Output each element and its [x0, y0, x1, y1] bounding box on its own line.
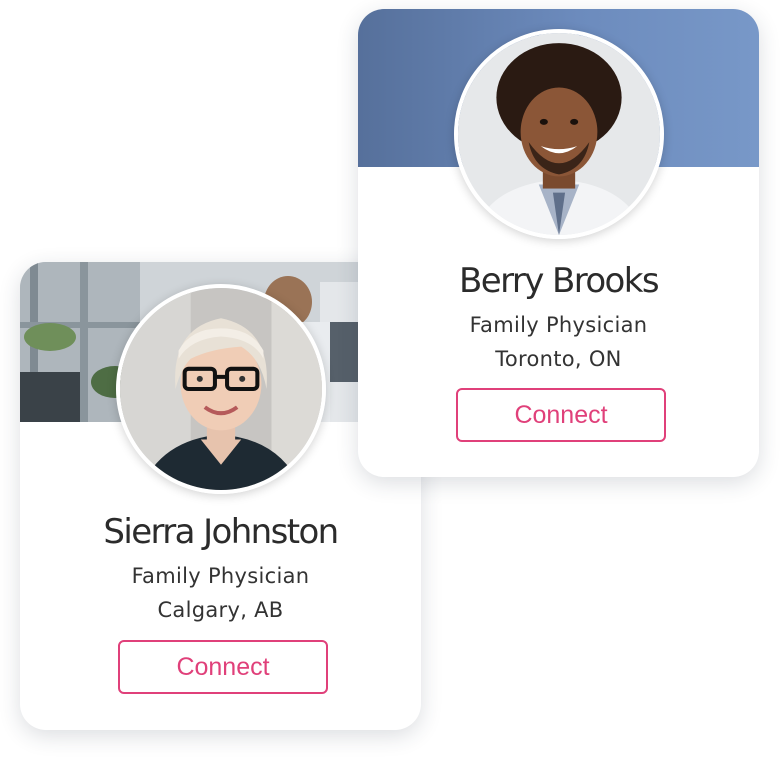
profile-name: Sierra Johnston — [103, 512, 339, 552]
connect-button[interactable]: Connect — [118, 640, 328, 694]
profile-cards-stage: Sierra Johnston Family Physician Calgary… — [0, 0, 780, 759]
profile-photo — [454, 29, 664, 239]
profile-name: Berry Brooks — [459, 261, 660, 301]
profile-photo — [116, 284, 326, 494]
profile-title: Family Physician — [469, 313, 648, 337]
profile-title: Family Physician — [131, 564, 310, 588]
profile-location: Calgary, AB — [157, 598, 284, 622]
woman-portrait-image — [120, 288, 322, 490]
profile-location: Toronto, ON — [495, 347, 622, 371]
man-portrait-image — [458, 33, 660, 235]
connect-button[interactable]: Connect — [456, 388, 666, 442]
profile-card-berry-brooks: Berry Brooks Family Physician Toronto, O… — [358, 9, 759, 477]
